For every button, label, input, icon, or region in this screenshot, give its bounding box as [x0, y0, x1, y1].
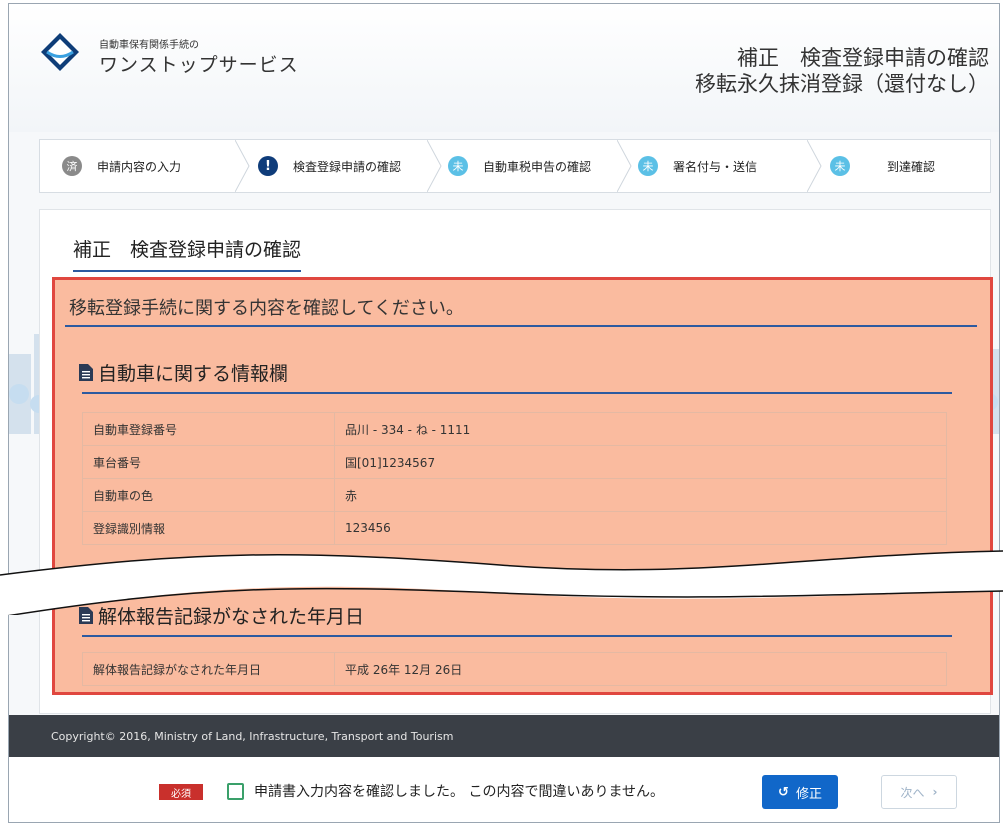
step-label: 申請内容の入力: [97, 159, 182, 174]
chevron-right-icon: ›: [932, 785, 938, 799]
row-key: 登録識別情報: [82, 511, 335, 545]
row-key: 自動車の色: [82, 478, 335, 512]
table-row: 自動車登録番号 品川 - 334 - ね - 1111: [82, 412, 947, 446]
step-separator: [807, 140, 822, 192]
page-subtitle: 移転永久抹消登録（還付なし）: [695, 72, 989, 96]
table-row: 解体報告記録がなされた年月日 平成 26年 12月 26日: [82, 652, 947, 686]
row-value: 赤: [334, 478, 947, 512]
step-separator: [617, 140, 632, 192]
step-label: 到達確認: [887, 159, 936, 174]
row-value: 国[01]1234567: [334, 445, 947, 479]
disassembly-info-table: 解体報告記録がなされた年月日 平成 26年 12月 26日: [82, 652, 947, 686]
footer: Copyright© 2016, Ministry of Land, Infra…: [9, 715, 999, 757]
step-done-badge: 済: [62, 156, 82, 176]
row-value: 123456: [334, 511, 947, 545]
step-separator: [427, 140, 442, 192]
header: 自動車保有関係手続の ワンストップサービス 補正 検査登録申請の確認 移転永久抹…: [9, 4, 999, 132]
table-row: 登録識別情報 123456: [82, 511, 947, 545]
divider: [82, 392, 952, 394]
exclamation-icon: !: [258, 156, 278, 176]
app-window: 自動車保有関係手続の ワンストップサービス 補正 検査登録申請の確認 移転永久抹…: [8, 3, 1000, 823]
divider: [82, 635, 952, 637]
vehicle-block-title: 自動車に関する情報欄: [79, 359, 288, 386]
step-arrival: 未 到達確認: [830, 140, 935, 192]
step-todo-badge: 未: [638, 156, 658, 176]
row-key: 解体報告記録がなされた年月日: [82, 652, 335, 686]
step-input: 済 申請内容の入力: [62, 140, 181, 192]
logo-icon: [41, 33, 79, 71]
step-todo-badge: 未: [830, 156, 850, 176]
block-title-text: 自動車に関する情報欄: [98, 363, 289, 385]
fix-button-label: 修正: [795, 786, 822, 802]
agree-checkbox[interactable]: [227, 783, 244, 800]
step-label: 自動車税申告の確認: [483, 159, 592, 174]
step-confirm: ! 検査登録申請の確認: [258, 140, 401, 192]
confirm-message: 移転登録手続に関する内容を確認してください。: [69, 298, 464, 319]
logo-subtitle: 自動車保有関係手続の: [99, 40, 199, 51]
vehicle-info-table: 自動車登録番号 品川 - 334 - ね - 1111 車台番号 国[01]12…: [82, 412, 947, 545]
next-button[interactable]: 次へ ›: [881, 775, 957, 809]
copyright-text: Copyright© 2016, Ministry of Land, Infra…: [51, 730, 454, 743]
table-row: 車台番号 国[01]1234567: [82, 445, 947, 479]
step-label: 検査登録申請の確認: [293, 159, 402, 174]
step-sign: 未 署名付与・送信: [638, 140, 757, 192]
progress-stepper: 済 申請内容の入力 ! 検査登録申請の確認 未 自動車税申告の確認 未 署名付与…: [39, 139, 991, 193]
agree-label[interactable]: 申請書入力内容を確認しました。 この内容で間違いありません。: [254, 781, 664, 801]
action-bar: 必須 申請書入力内容を確認しました。 この内容で間違いありません。 ↺ 修正 次…: [9, 757, 999, 822]
step-separator: [235, 140, 250, 192]
section-heading: 補正 検査登録申請の確認: [73, 235, 302, 272]
step-todo-badge: 未: [448, 156, 468, 176]
next-button-label: 次へ: [900, 785, 925, 800]
row-key: 自動車登録番号: [82, 412, 335, 446]
step-label: 署名付与・送信: [673, 159, 758, 174]
divider: [65, 325, 977, 327]
fix-button[interactable]: ↺ 修正: [762, 775, 838, 809]
row-value: 平成 26年 12月 26日: [334, 652, 947, 686]
row-key: 車台番号: [82, 445, 335, 479]
table-row: 自動車の色 赤: [82, 478, 947, 512]
confirmation-area: 移転登録手続に関する内容を確認してください。 自動車に関する情報欄 自動車登録番…: [52, 277, 993, 695]
step-tax: 未 自動車税申告の確認: [448, 140, 591, 192]
undo-icon: ↺: [778, 784, 789, 800]
page-break-wave: [0, 550, 1003, 615]
document-icon: [79, 364, 93, 381]
required-badge: 必須: [159, 784, 203, 800]
row-value: 品川 - 334 - ね - 1111: [334, 412, 947, 446]
logo-title: ワンストップサービス: [99, 54, 299, 76]
